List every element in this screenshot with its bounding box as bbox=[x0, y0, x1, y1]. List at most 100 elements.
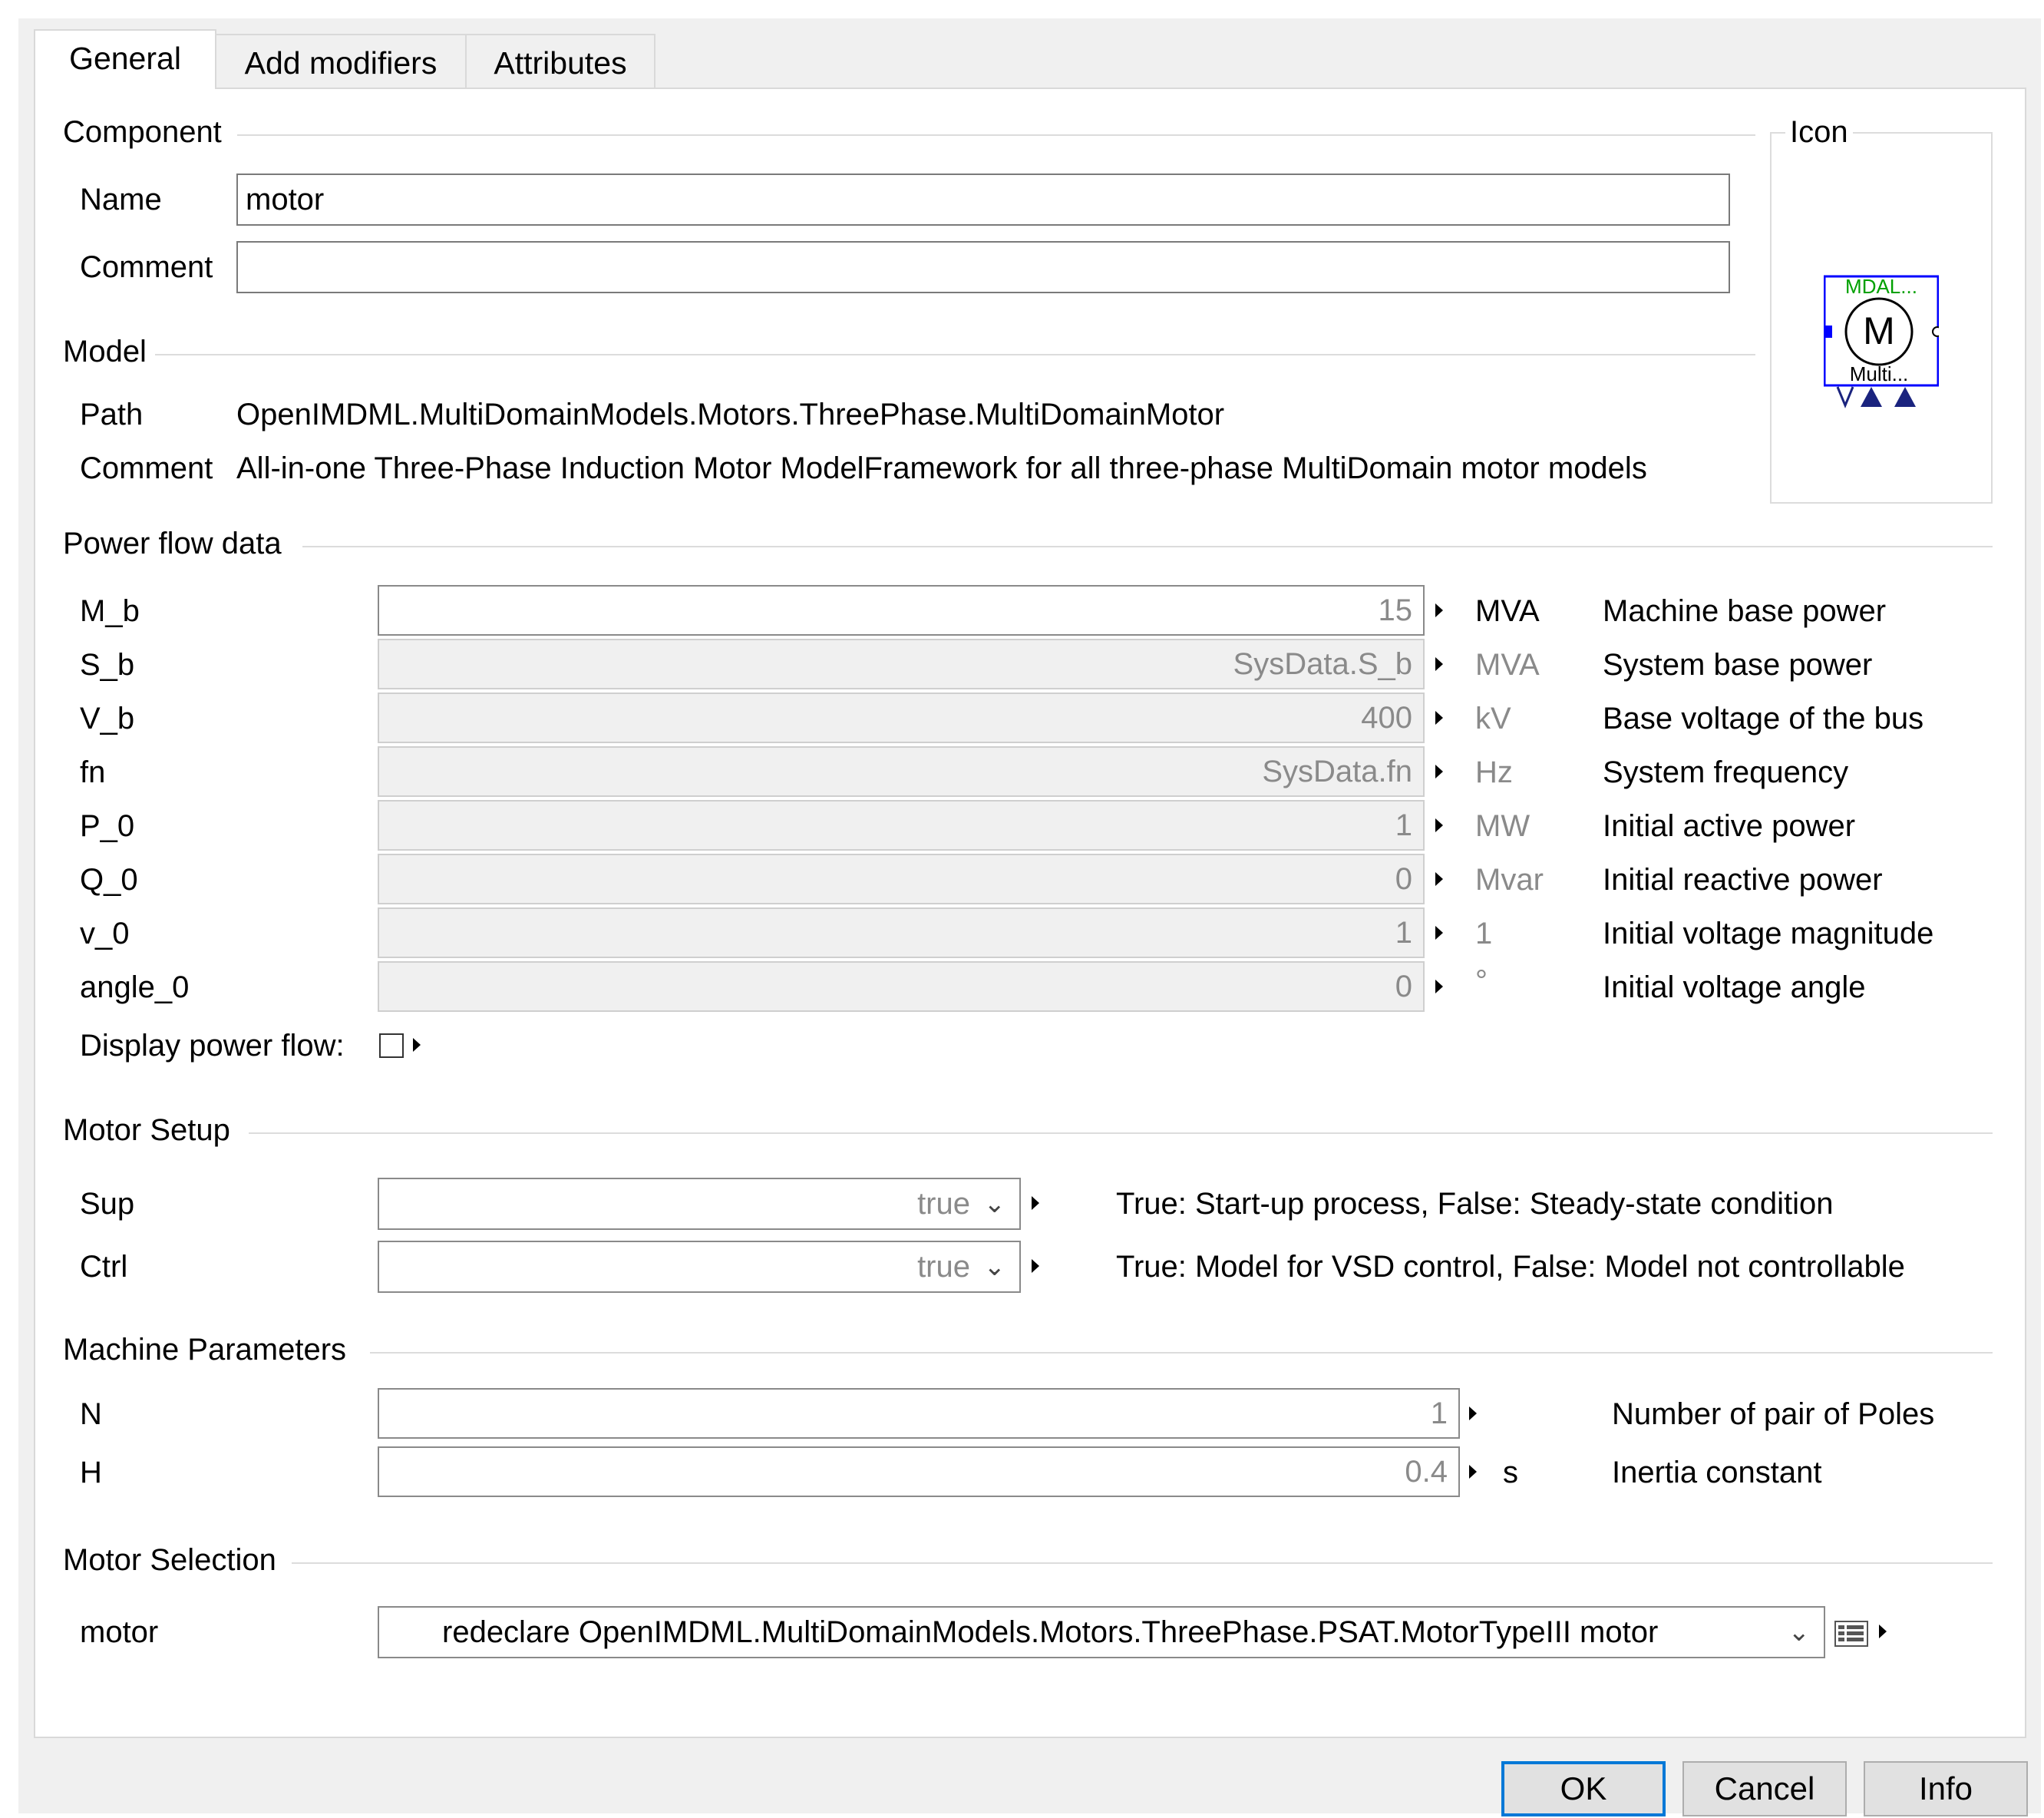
comment-field[interactable] bbox=[236, 241, 1730, 293]
chevron-down-icon: ⌄ bbox=[1788, 1618, 1811, 1647]
model-comment-value: All-in-one Three-Phase Induction Motor M… bbox=[236, 451, 1647, 485]
motor-icon: MDAL... M Multi... bbox=[1823, 275, 1943, 408]
param-description: System base power bbox=[1603, 648, 1873, 682]
cancel-button[interactable]: Cancel bbox=[1682, 1761, 1847, 1816]
value-menu-arrow-icon[interactable] bbox=[1435, 711, 1443, 725]
sup-select[interactable]: true ⌄ bbox=[378, 1178, 1021, 1230]
component-section-title: Component bbox=[63, 115, 222, 149]
param-description: Inertia constant bbox=[1612, 1456, 1822, 1489]
param-name: Sup bbox=[80, 1187, 135, 1221]
name-field[interactable]: motor bbox=[236, 174, 1730, 226]
param-description: True: Model for VSD control, False: Mode… bbox=[1116, 1250, 1905, 1284]
checkbox-menu-arrow-icon[interactable] bbox=[413, 1038, 421, 1052]
param-name: fn bbox=[80, 755, 106, 789]
machine-params-divider bbox=[370, 1352, 1993, 1354]
value-menu-arrow-icon[interactable] bbox=[1435, 657, 1443, 671]
display-power-flow-label: Display power flow: bbox=[80, 1029, 345, 1063]
param-description: Initial active power bbox=[1603, 809, 1856, 843]
param-unit: MVA bbox=[1475, 648, 1540, 682]
motor-selection-label: motor bbox=[80, 1615, 159, 1649]
value-menu-arrow-icon[interactable] bbox=[1032, 1259, 1039, 1273]
motor-setup-divider bbox=[249, 1132, 1993, 1134]
value-menu-arrow-icon[interactable] bbox=[1032, 1196, 1039, 1210]
icon-section-title: Icon bbox=[1785, 115, 1853, 150]
display-power-flow-checkbox[interactable] bbox=[379, 1033, 404, 1058]
param-name: v_0 bbox=[80, 917, 130, 950]
param-value-field[interactable]: 1 bbox=[378, 907, 1425, 958]
param-unit: MVA bbox=[1475, 594, 1540, 628]
value-menu-arrow-icon[interactable] bbox=[1435, 872, 1443, 886]
param-value-field[interactable]: 1 bbox=[378, 1388, 1460, 1439]
motor-setup-section-title: Motor Setup bbox=[63, 1113, 230, 1147]
param-value-field[interactable]: 1 bbox=[378, 800, 1425, 851]
ok-button[interactable]: OK bbox=[1501, 1761, 1666, 1816]
param-description: True: Start-up process, False: Steady-st… bbox=[1116, 1187, 1834, 1221]
param-name: H bbox=[80, 1456, 102, 1489]
sup-select-value: true bbox=[917, 1187, 970, 1221]
power-flow-section-title: Power flow data bbox=[63, 527, 282, 560]
param-description: Machine base power bbox=[1603, 594, 1887, 628]
param-description: Initial voltage magnitude bbox=[1603, 917, 1934, 950]
param-description: Initial reactive power bbox=[1603, 863, 1883, 897]
param-name: S_b bbox=[80, 648, 135, 682]
param-description: Number of pair of Poles bbox=[1612, 1397, 1935, 1431]
param-value-field[interactable]: 0 bbox=[378, 961, 1425, 1012]
model-comment-label: Comment bbox=[80, 451, 213, 485]
value-menu-arrow-icon[interactable] bbox=[1469, 1406, 1477, 1420]
chevron-down-icon: ⌄ bbox=[983, 1189, 1006, 1218]
param-name: V_b bbox=[80, 702, 135, 735]
param-name: P_0 bbox=[80, 809, 135, 843]
param-unit: ° bbox=[1475, 964, 1488, 998]
parameters-list-icon[interactable] bbox=[1834, 1620, 1868, 1654]
param-unit: 1 bbox=[1475, 917, 1493, 950]
icon-top-text: MDAL... bbox=[1845, 275, 1917, 298]
machine-params-section-title: Machine Parameters bbox=[63, 1333, 347, 1367]
comment-label: Comment bbox=[80, 250, 213, 284]
value-menu-arrow-icon[interactable] bbox=[1435, 980, 1443, 993]
name-label: Name bbox=[80, 183, 162, 217]
component-divider bbox=[237, 134, 1755, 136]
param-description: System frequency bbox=[1603, 755, 1849, 789]
value-menu-arrow-icon[interactable] bbox=[1435, 818, 1443, 832]
chevron-down-icon: ⌄ bbox=[983, 1252, 1006, 1281]
param-unit: Hz bbox=[1475, 755, 1513, 789]
component-dialog: General Add modifiers Attributes Compone… bbox=[18, 18, 2041, 1816]
path-label: Path bbox=[80, 398, 144, 431]
param-name: Q_0 bbox=[80, 863, 138, 897]
icon-letter: M bbox=[1863, 309, 1895, 352]
param-unit: s bbox=[1503, 1456, 1518, 1489]
model-divider bbox=[155, 354, 1755, 355]
param-value-field[interactable]: 400 bbox=[378, 692, 1425, 743]
info-button[interactable]: Info bbox=[1864, 1761, 2028, 1816]
tab-general[interactable]: General bbox=[34, 29, 216, 89]
value-menu-arrow-icon[interactable] bbox=[1469, 1465, 1477, 1479]
param-unit: Mvar bbox=[1475, 863, 1544, 897]
param-value-field[interactable]: SysData.S_b bbox=[378, 639, 1425, 689]
param-value-field[interactable]: 15 bbox=[378, 585, 1425, 636]
param-name: Ctrl bbox=[80, 1250, 128, 1284]
value-menu-arrow-icon[interactable] bbox=[1435, 765, 1443, 778]
value-menu-arrow-icon[interactable] bbox=[1435, 603, 1443, 617]
model-section-title: Model bbox=[63, 335, 147, 369]
ctrl-select-value: true bbox=[917, 1250, 970, 1284]
tab-attributes[interactable]: Attributes bbox=[465, 34, 655, 89]
param-description: Base voltage of the bus bbox=[1603, 702, 1924, 735]
path-value: OpenIMDML.MultiDomainModels.Motors.Three… bbox=[236, 398, 1225, 431]
param-value-field[interactable]: 0 bbox=[378, 854, 1425, 904]
param-description: Initial voltage angle bbox=[1603, 970, 1866, 1004]
param-unit: kV bbox=[1475, 702, 1511, 735]
motor-selection-section-title: Motor Selection bbox=[63, 1543, 276, 1577]
param-unit: MW bbox=[1475, 809, 1531, 843]
tab-add-modifiers[interactable]: Add modifiers bbox=[215, 34, 467, 89]
icon-bottom-text: Multi... bbox=[1850, 362, 1909, 385]
ctrl-select[interactable]: true ⌄ bbox=[378, 1241, 1021, 1293]
param-name: N bbox=[80, 1397, 102, 1431]
value-menu-arrow-icon[interactable] bbox=[1435, 926, 1443, 940]
param-name: angle_0 bbox=[80, 970, 190, 1004]
motor-redeclare-value: redeclare OpenIMDML.MultiDomainModels.Mo… bbox=[442, 1615, 1659, 1649]
param-value-field[interactable]: 0.4 bbox=[378, 1446, 1460, 1497]
motor-redeclare-select[interactable]: redeclare OpenIMDML.MultiDomainModels.Mo… bbox=[378, 1606, 1825, 1658]
value-menu-arrow-icon[interactable] bbox=[1879, 1625, 1887, 1638]
param-value-field[interactable]: SysData.fn bbox=[378, 746, 1425, 797]
param-name: M_b bbox=[80, 594, 140, 628]
